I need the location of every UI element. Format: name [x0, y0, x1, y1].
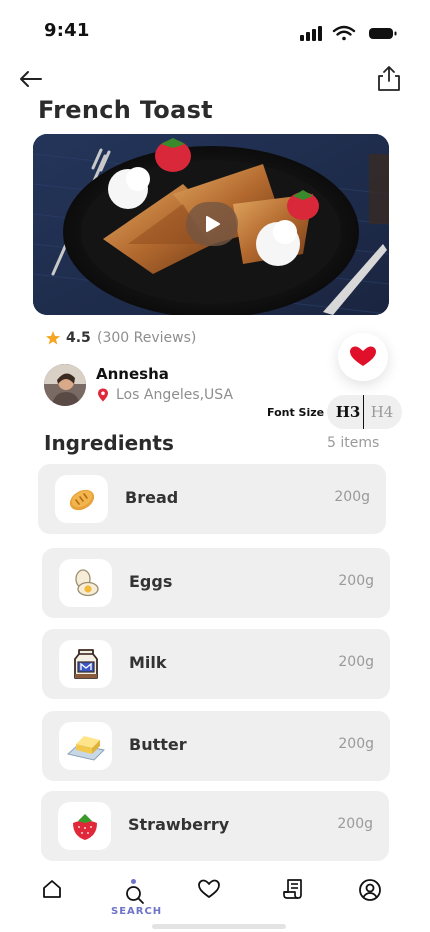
strawberry-icon: [72, 814, 97, 840]
star-icon: [46, 331, 60, 345]
author-avatar[interactable]: [44, 364, 86, 406]
recipe-title: French Toast: [38, 96, 213, 124]
ingredient-name: Eggs: [129, 572, 173, 591]
font-size-divider: [363, 395, 364, 429]
ingredient-name: Strawberry: [128, 815, 230, 834]
bread-icon: [69, 489, 94, 511]
favorite-button[interactable]: [338, 333, 388, 381]
play-video-button[interactable]: [186, 202, 238, 246]
milk-carton-icon: [73, 649, 98, 679]
author-location: Los Angeles,USA: [116, 387, 234, 403]
profile-icon: [359, 879, 381, 901]
share-icon[interactable]: [376, 64, 402, 92]
ingredient-quantity: 200g: [338, 654, 374, 670]
ingredient-thumb: [58, 802, 111, 850]
ingredient-quantity: 200g: [338, 573, 374, 589]
status-time: 9:41: [44, 20, 90, 41]
ingredient-quantity: 200g: [338, 736, 374, 752]
ingredient-name: Butter: [129, 735, 187, 754]
ingredient-thumb: [59, 640, 112, 688]
ingredient-thumb: [55, 475, 108, 523]
signal-icon: [300, 26, 322, 41]
nav-search-label[interactable]: SEARCH: [111, 906, 162, 917]
status-icons: [300, 25, 397, 41]
search-icon: [126, 886, 144, 904]
font-size-toggle: H3 H4: [327, 395, 402, 429]
author-name[interactable]: Annesha: [96, 365, 169, 383]
egg-icon: [74, 569, 99, 597]
font-size-option-h3[interactable]: H3: [331, 395, 365, 429]
nav-recipes[interactable]: [273, 878, 313, 918]
home-indicator: [152, 924, 286, 929]
nav-favorites[interactable]: [189, 878, 229, 918]
back-arrow-icon[interactable]: [18, 66, 44, 92]
receipt-icon: [283, 879, 302, 899]
font-size-label: Font Size: [267, 406, 325, 419]
wifi-icon: [332, 25, 356, 41]
heart-icon: [198, 879, 220, 898]
ingredient-quantity: 200g: [334, 489, 370, 505]
reviews-count[interactable]: (300 Reviews): [97, 330, 196, 346]
heart-filled-icon: [350, 346, 376, 366]
location-pin-icon: [98, 388, 108, 402]
ingredient-item-strawberry[interactable]: Strawberry 200g: [41, 791, 389, 861]
nav-home[interactable]: [32, 878, 72, 918]
ingredient-name: Milk: [129, 653, 167, 672]
rating-value: 4.5: [66, 330, 91, 346]
butter-icon: [66, 736, 105, 761]
ingredients-title: Ingredients: [44, 431, 174, 455]
battery-icon: [369, 28, 397, 39]
home-icon: [43, 880, 61, 898]
ingredient-item-milk[interactable]: Milk 200g: [42, 629, 390, 699]
ingredient-item-eggs[interactable]: Eggs 200g: [42, 548, 390, 618]
ingredient-thumb: [59, 722, 112, 770]
ingredient-name: Bread: [125, 488, 179, 507]
ingredient-quantity: 200g: [337, 816, 373, 832]
font-size-option-h4[interactable]: H4: [365, 395, 399, 429]
ingredient-item-butter[interactable]: Butter 200g: [42, 711, 390, 781]
ingredients-count: 5 items: [327, 435, 380, 451]
nav-profile[interactable]: [350, 878, 390, 918]
ingredient-thumb: [59, 559, 112, 607]
ingredient-item-bread[interactable]: Bread 200g: [38, 464, 386, 534]
